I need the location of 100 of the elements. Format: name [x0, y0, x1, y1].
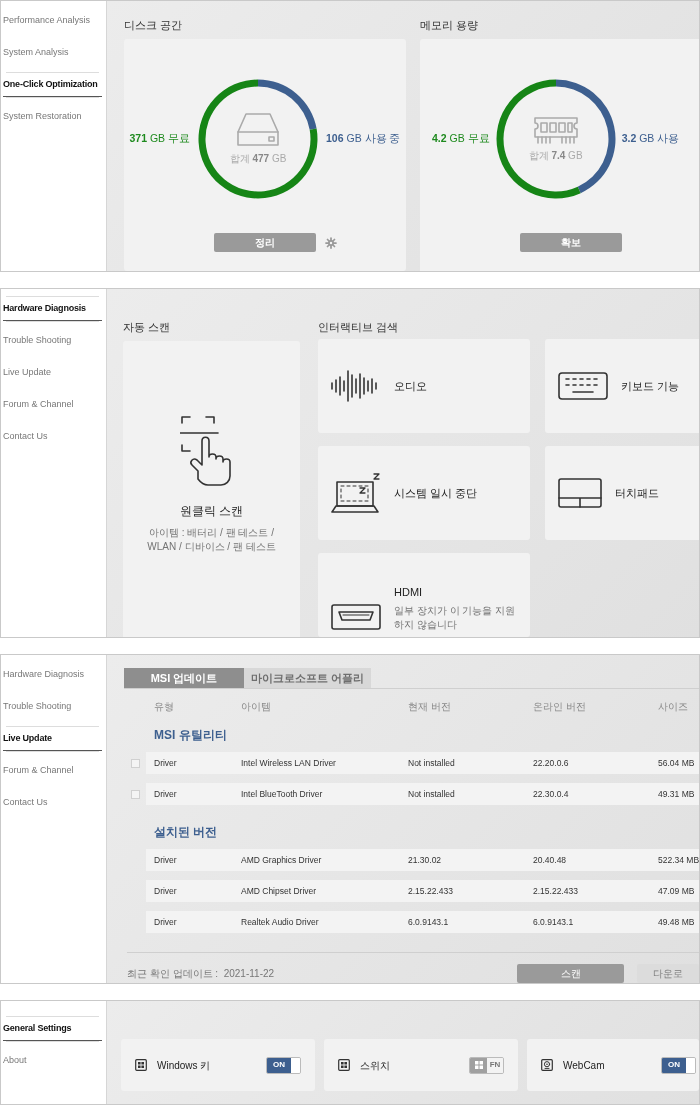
section-title: 메모리 용량	[420, 18, 480, 33]
sidebar-item[interactable]: Forum & Channel	[3, 389, 102, 421]
scan-title: 원클릭 스캔	[179, 504, 244, 519]
table-cell-text: Intel BlueTooth Driver	[241, 787, 324, 801]
windows-logo-icon	[474, 1061, 483, 1069]
sidebar-item[interactable]: Contact Us	[3, 421, 102, 453]
setting-label: 스위치	[360, 1058, 390, 1073]
table-cell-text: Not installed	[408, 787, 456, 801]
total-label: 합계 477 GB	[229, 152, 287, 166]
sidebar-item[interactable]: Hardware Diagnosis	[3, 297, 102, 321]
table-cell-text: AMD Graphics Driver	[241, 853, 323, 867]
action-button[interactable]: 정리	[214, 233, 316, 252]
column-header: 온라인 버전	[533, 699, 587, 714]
column-header: 사이즈	[658, 699, 689, 714]
toggle-switch[interactable]: FN	[469, 1056, 504, 1074]
column-header: 유형	[154, 699, 175, 714]
last-check-date: 최근 확인 업데이트 : 2021-11-22	[127, 966, 275, 981]
test-label: 시스템 일시 중단	[394, 485, 478, 501]
table-cell-text: 21.30.02	[408, 853, 443, 867]
sidebar-item[interactable]: System Restoration	[3, 101, 102, 133]
used-space-label: 106 GB 사용 중	[326, 131, 401, 147]
table-row[interactable]: Driver Intel BlueTooth Driver Not installed 22.30.0.4 49.31 MB	[146, 783, 699, 805]
sidebar-item[interactable]: System Analysis	[3, 37, 102, 69]
table-cell-text: Driver	[154, 853, 178, 867]
total-label: 합계 7.4 GB	[528, 149, 583, 163]
table-cell-text: 47.09 MB	[658, 884, 696, 898]
table-cell-text: 22.20.0.6	[533, 756, 570, 770]
webcam-icon	[541, 1059, 553, 1071]
sidebar-item[interactable]: Trouble Shooting	[3, 691, 102, 723]
scan-description: 아이템 : 배터리 / 팬 테스트 / WLAN / 디바이스 / 팬 테스트	[146, 526, 277, 554]
free-space-label: 371 GB 무료	[129, 131, 191, 147]
table-cell-text: Driver	[154, 915, 178, 929]
column-header: 아이템	[241, 699, 272, 714]
sidebar-item[interactable]: Contact Us	[3, 787, 102, 819]
setting-label: WebCam	[563, 1058, 605, 1073]
sidebar-item[interactable]: About	[3, 1045, 102, 1077]
sidebar-item[interactable]: Live Update	[3, 357, 102, 389]
test-note: 일부 장치가 이 기능을 지원하지 않습니다	[394, 604, 517, 631]
keyboard-icon	[557, 371, 609, 401]
test-card[interactable]: HDMI 일부 장치가 이 기능을 지원하지 않습니다	[318, 553, 530, 637]
checkbox[interactable]	[131, 758, 140, 768]
test-label: 터치패드	[615, 485, 659, 501]
table-cell-text: AMD Chipset Driver	[241, 884, 318, 898]
table-cell-text: 22.30.0.4	[533, 787, 570, 801]
table-cell-text: 6.0.9143.1	[408, 915, 450, 929]
memory-chip-icon	[531, 115, 580, 145]
section-title: 인터랙티브 검색	[318, 320, 400, 335]
sidebar-item[interactable]: Forum & Channel	[3, 755, 102, 787]
table-cell-text: Not installed	[408, 756, 456, 770]
test-card[interactable]: 시스템 일시 중단	[318, 446, 530, 540]
table-row[interactable]: Driver AMD Chipset Driver 2.15.22.433 2.15.22.433 47.09 MB	[146, 880, 699, 902]
free-space-label: 4.2 GB 무료	[432, 131, 490, 147]
tab[interactable]: 마이크로소프트 어플리	[244, 668, 372, 688]
toggle-switch[interactable]: ON	[266, 1056, 301, 1074]
table-row[interactable]: Driver Realtek Audio Driver 6.0.9143.1 6.0.9143.1 49.48 MB	[146, 911, 699, 933]
setting-label: Windows 키	[157, 1058, 211, 1073]
table-cell-text: 56.04 MB	[658, 756, 696, 770]
table-cell-text: 49.31 MB	[658, 787, 696, 801]
action-button[interactable]: 스캔	[517, 963, 624, 983]
table-cell-text: Driver	[154, 756, 178, 770]
test-label: 키보드 기능	[621, 378, 680, 394]
sidebar-item[interactable]: General Settings	[3, 1017, 102, 1041]
section-heading: 설치된 버전	[153, 824, 218, 841]
table-row[interactable]: Driver Intel Wireless LAN Driver Not installed 22.20.0.6 56.04 MB	[146, 752, 699, 774]
tab[interactable]: MSI 업데이트	[124, 668, 244, 688]
windows-logo-icon	[135, 1059, 147, 1071]
section-title: 자동 스캔	[123, 320, 172, 335]
hard-drive-icon	[236, 112, 281, 148]
scan-card[interactable]: 원클릭 스캔 아이템 : 배터리 / 팬 테스트 / WLAN / 디바이스 / 팬 테스트	[123, 341, 300, 637]
checkbox[interactable]	[131, 789, 140, 799]
table-cell-text: Driver	[154, 787, 178, 801]
table-cell-text: 20.40.48	[533, 853, 568, 867]
table-cell-text: 2.15.22.433	[408, 884, 454, 898]
table-cell: 522.34 MB	[658, 853, 699, 867]
section-title: 디스크 공간	[124, 18, 184, 33]
sidebar-item[interactable]: Performance Analysis	[3, 5, 102, 37]
test-label: HDMI	[394, 584, 424, 600]
touchpad-icon	[557, 477, 603, 509]
test-card[interactable]: 터치패드	[545, 446, 699, 540]
hdmi-port-icon	[330, 603, 382, 631]
used-space-label: 3.2 GB 사용	[621, 131, 680, 147]
action-button[interactable]: 확보	[520, 233, 622, 252]
table-cell-text: 6.0.9143.1	[533, 915, 575, 929]
test-card[interactable]: 오디오	[318, 339, 530, 433]
sleeping-laptop-icon	[330, 472, 382, 514]
test-label: 오디오	[394, 378, 427, 394]
table-cell-text: Realtek Audio Driver	[241, 915, 320, 929]
table-cell-text: 2.15.22.433	[533, 884, 579, 898]
table-cell-text: 49.48 MB	[658, 915, 696, 929]
toggle-switch[interactable]: ON	[661, 1056, 696, 1074]
sidebar-item[interactable]: Live Update	[3, 727, 102, 751]
test-card[interactable]: 키보드 기능	[545, 339, 699, 433]
sidebar-item[interactable]: Trouble Shooting	[3, 325, 102, 357]
sidebar-item[interactable]: Hardware Diagnosis	[3, 659, 102, 691]
windows-logo-icon	[338, 1059, 350, 1071]
table-cell-text: Intel Wireless LAN Driver	[241, 756, 337, 770]
table-cell-text: Driver	[154, 884, 178, 898]
column-header: 현재 버전	[408, 699, 452, 714]
table-row[interactable]: Driver AMD Graphics Driver 21.30.02 20.40.48 522.34 MB	[146, 849, 699, 871]
sidebar-item[interactable]: One-Click Optimization	[3, 73, 102, 97]
